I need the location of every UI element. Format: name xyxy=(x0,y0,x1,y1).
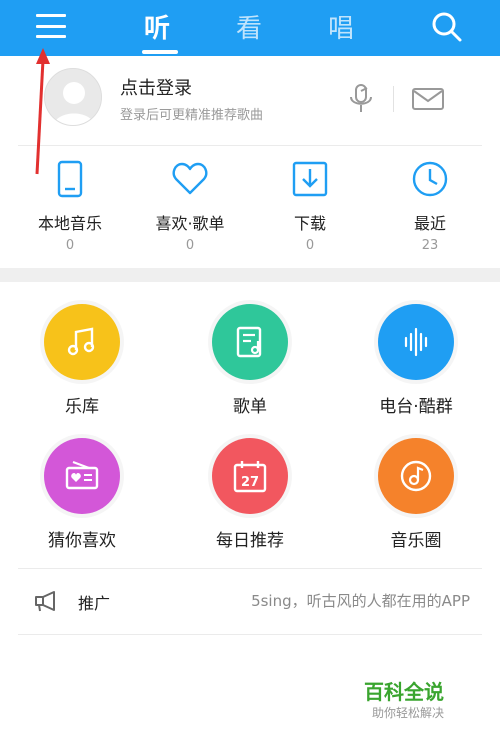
promo-row[interactable]: 推广 5sing，听古风的人都在用的APP xyxy=(0,568,500,630)
login-subtitle: 登录后可更精准推荐歌曲 xyxy=(120,108,264,123)
quick-item-count: 23 xyxy=(421,238,439,253)
radio-heart-icon xyxy=(65,460,99,490)
clock-icon xyxy=(412,161,448,197)
playlist-icon xyxy=(236,326,262,358)
feature-label: 音乐圈 xyxy=(390,531,442,551)
watermark-title: 百科全说 xyxy=(364,680,444,704)
quick-item-label: 最近 xyxy=(413,214,446,233)
feature-circle xyxy=(44,304,120,380)
quick-item-count: 0 xyxy=(185,238,195,253)
watermark-subtitle: 助你轻松解决 xyxy=(372,706,445,720)
music-circle-icon xyxy=(400,460,432,492)
feature-playlist[interactable]: 歌单 xyxy=(180,304,320,417)
feature-radio-groups[interactable]: 电台·酷群 xyxy=(346,304,486,417)
feature-guess-you-like[interactable]: 猜你喜欢 xyxy=(12,438,152,551)
divider xyxy=(393,86,394,112)
profile-section: 点击登录 登录后可更精准推荐歌曲 xyxy=(0,56,500,146)
tab-listen[interactable]: 听 xyxy=(144,8,170,45)
search-icon[interactable] xyxy=(430,10,464,44)
feature-circle xyxy=(378,304,454,380)
quick-access-row: 本地音乐 0 喜欢·歌单 0 下载 0 最近 23 xyxy=(0,146,500,268)
feature-label: 每日推荐 xyxy=(216,531,284,551)
feature-music-library[interactable]: 乐库 xyxy=(12,304,152,417)
divider xyxy=(18,634,482,635)
download-icon xyxy=(292,161,328,197)
quick-item-label: 本地音乐 xyxy=(37,214,102,233)
promo-label: 推广 xyxy=(78,594,111,613)
top-navigation-bar: 听 看 唱 xyxy=(0,0,500,56)
quick-item-download[interactable]: 下载 0 xyxy=(255,160,365,253)
calendar-icon: 27 xyxy=(233,461,267,493)
feature-label: 电台·酷群 xyxy=(379,397,453,417)
tab-watch[interactable]: 看 xyxy=(236,8,262,45)
feature-daily-recommend[interactable]: 27 每日推荐 xyxy=(180,438,320,551)
annotation-arrow-icon xyxy=(35,48,50,175)
megaphone-icon xyxy=(35,591,55,612)
feature-music-circle[interactable]: 音乐圈 xyxy=(346,438,486,551)
quick-item-label: 喜欢·歌单 xyxy=(155,214,225,233)
feature-label: 猜你喜欢 xyxy=(48,531,116,551)
calendar-day: 27 xyxy=(241,475,259,490)
microphone-icon[interactable] xyxy=(348,84,374,114)
section-gap xyxy=(0,268,500,282)
feature-label: 乐库 xyxy=(65,397,99,417)
promo-text[interactable]: 5sing，听古风的人都在用的APP xyxy=(251,590,470,611)
feature-circle: 27 xyxy=(212,438,288,514)
quick-item-label: 下载 xyxy=(293,214,326,233)
hamburger-menu-icon[interactable] xyxy=(30,10,72,42)
feature-label: 歌单 xyxy=(233,397,267,417)
quick-item-recent[interactable]: 最近 23 xyxy=(375,160,485,253)
quick-item-count: 0 xyxy=(305,238,315,253)
feature-circle xyxy=(378,438,454,514)
feature-circle xyxy=(44,438,120,514)
heart-icon xyxy=(172,162,208,195)
music-note-icon xyxy=(67,327,95,356)
tab-sing[interactable]: 唱 xyxy=(328,8,354,45)
quick-item-count: 0 xyxy=(65,238,75,253)
quick-item-favorites[interactable]: 喜欢·歌单 0 xyxy=(135,160,245,253)
active-tab-indicator xyxy=(142,50,178,54)
feature-circle xyxy=(212,304,288,380)
soundwave-icon xyxy=(404,327,428,357)
login-title[interactable]: 点击登录 xyxy=(120,74,192,100)
mail-icon[interactable] xyxy=(412,88,444,110)
